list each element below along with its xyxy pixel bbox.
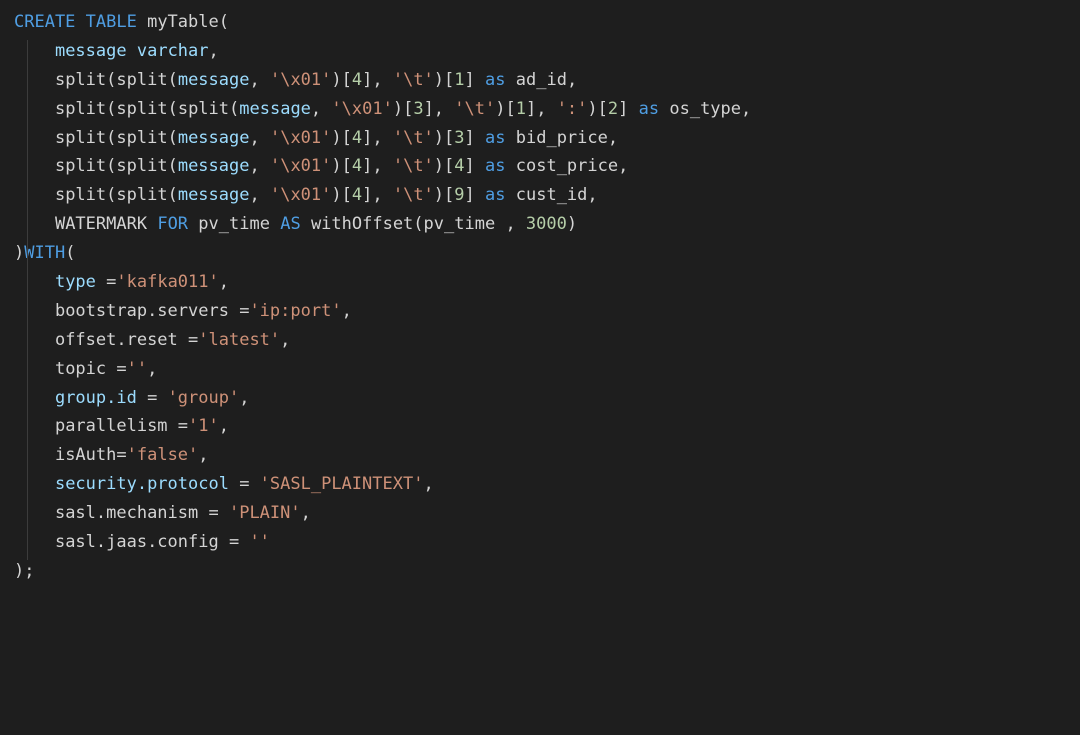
keyword-as: as <box>485 185 505 205</box>
val-sasl-mechanism: 'PLAIN' <box>229 503 301 523</box>
keyword-as: as <box>639 99 659 119</box>
keyword-watermark: WATERMARK <box>55 214 147 234</box>
fn-split: split <box>116 99 167 119</box>
str-x01: '\x01' <box>270 185 331 205</box>
num-1: 1 <box>516 99 526 119</box>
num-1: 1 <box>454 70 464 90</box>
arg-message: message <box>239 99 311 119</box>
val-kafka011: 'kafka011' <box>116 272 218 292</box>
fn-split: split <box>55 99 106 119</box>
str-tab: '\t' <box>393 128 434 148</box>
prop-isauth: isAuth <box>55 445 116 465</box>
keyword-for: FOR <box>157 214 188 234</box>
arg-message: message <box>178 185 250 205</box>
paren-open: ( <box>219 12 229 32</box>
val-topic: '' <box>127 359 147 379</box>
val-isauth: 'false' <box>127 445 199 465</box>
fn-split: split <box>55 185 106 205</box>
num-4: 4 <box>352 156 362 176</box>
prop-group-id: group.id <box>55 388 137 408</box>
num-4: 4 <box>352 128 362 148</box>
num-3: 3 <box>454 128 464 148</box>
arg-message: message <box>178 156 250 176</box>
num-3: 3 <box>413 99 423 119</box>
num-9: 9 <box>454 185 464 205</box>
val-sasl-jaas-config: '' <box>249 532 269 552</box>
str-tab: '\t' <box>454 99 495 119</box>
prop-topic: topic <box>55 359 106 379</box>
num-4: 4 <box>352 185 362 205</box>
alias-cost-price: cost_price <box>516 156 618 176</box>
fn-split: split <box>178 99 229 119</box>
str-x01: '\x01' <box>270 128 331 148</box>
prop-bootstrap-servers: bootstrap.servers <box>55 301 229 321</box>
keyword-as: as <box>485 156 505 176</box>
str-x01: '\x01' <box>270 70 331 90</box>
prop-sasl-jaas-config: sasl.jaas.config <box>55 532 219 552</box>
num-3000: 3000 <box>526 214 567 234</box>
str-tab: '\t' <box>393 70 434 90</box>
fn-split: split <box>116 128 167 148</box>
prop-parallelism: parallelism <box>55 416 168 436</box>
alias-os-type: os_type <box>669 99 741 119</box>
num-4: 4 <box>352 70 362 90</box>
type-varchar: varchar <box>137 41 209 61</box>
str-colon: ':' <box>557 99 588 119</box>
prop-security-protocol: security.protocol <box>55 474 229 494</box>
str-x01: '\x01' <box>270 156 331 176</box>
val-latest: 'latest' <box>198 330 280 350</box>
col-message: message <box>55 41 127 61</box>
str-tab: '\t' <box>393 185 434 205</box>
keyword-as: as <box>485 70 505 90</box>
code-block: CREATE TABLE myTable( message varchar, s… <box>0 0 1080 594</box>
fn-split: split <box>55 156 106 176</box>
fn-withoffset: withOffset <box>311 214 413 234</box>
str-tab: '\t' <box>393 156 434 176</box>
str-x01: '\x01' <box>331 99 392 119</box>
num-2: 2 <box>608 99 618 119</box>
fn-split: split <box>55 70 106 90</box>
fn-split: split <box>55 128 106 148</box>
prop-offset-reset: offset.reset <box>55 330 178 350</box>
val-ip-port: 'ip:port' <box>249 301 341 321</box>
num-4: 4 <box>454 156 464 176</box>
val-security-protocol: 'SASL_PLAINTEXT' <box>260 474 424 494</box>
alias-ad-id: ad_id <box>516 70 567 90</box>
table-name: myTable <box>147 12 219 32</box>
alias-bid-price: bid_price <box>516 128 608 148</box>
indent-guide <box>27 40 28 560</box>
keyword-as-caps: AS <box>280 214 300 234</box>
val-parallelism: '1' <box>188 416 219 436</box>
pv-time-arg: pv_time <box>424 214 496 234</box>
alias-cust-id: cust_id <box>516 185 588 205</box>
prop-type: type <box>55 272 96 292</box>
arg-message: message <box>178 70 250 90</box>
fn-split: split <box>116 70 167 90</box>
fn-split: split <box>116 185 167 205</box>
fn-split: split <box>116 156 167 176</box>
arg-message: message <box>178 128 250 148</box>
keyword-as: as <box>485 128 505 148</box>
keyword-with: WITH <box>24 243 65 263</box>
val-group: 'group' <box>168 388 240 408</box>
comma: , <box>209 41 219 61</box>
keyword-create-table: CREATE TABLE <box>14 12 137 32</box>
prop-sasl-mechanism: sasl.mechanism <box>55 503 198 523</box>
pv-time: pv_time <box>198 214 270 234</box>
